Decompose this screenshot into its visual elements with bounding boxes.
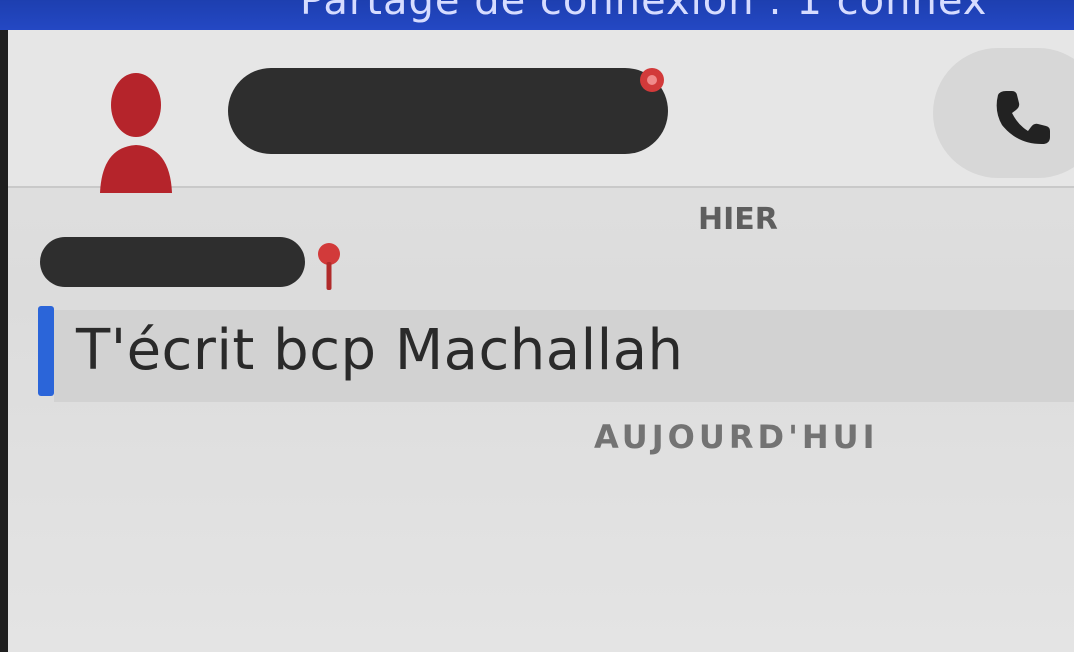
status-bar: Partage de connexion : 1 connex xyxy=(0,0,1074,30)
contact-name-redacted[interactable] xyxy=(228,68,668,154)
person-icon[interactable] xyxy=(96,65,176,195)
call-button[interactable] xyxy=(933,48,1074,178)
pin-icon xyxy=(318,243,340,290)
pin-icon xyxy=(640,68,664,92)
message-accent-bar xyxy=(38,306,54,396)
status-bar-text: Partage de connexion : 1 connex xyxy=(300,0,988,24)
date-separator-yesterday: HIER xyxy=(698,202,778,237)
phone-icon xyxy=(996,91,1050,145)
message-text[interactable]: T'écrit bcp Machallah xyxy=(76,318,684,383)
sender-name-redacted xyxy=(40,237,305,287)
device-bezel xyxy=(0,0,8,652)
chat-header xyxy=(8,30,1074,193)
date-separator-today: AUJOURD'HUI xyxy=(594,418,879,456)
